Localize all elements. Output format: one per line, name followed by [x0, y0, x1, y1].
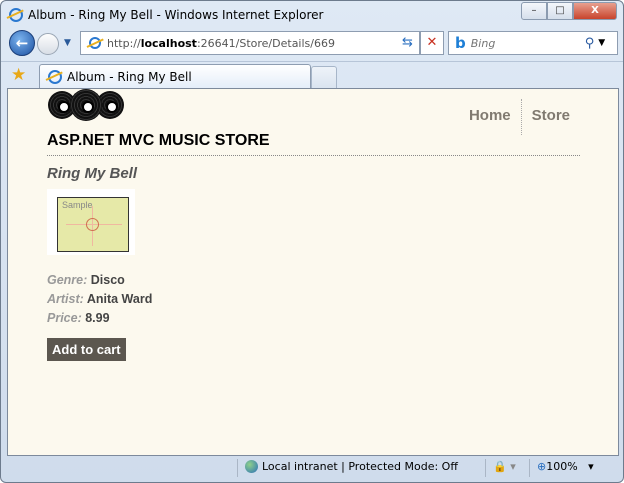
zoom-control[interactable]: ⊕100% ▾ — [537, 460, 594, 473]
zoom-icon: ⊕ — [537, 460, 547, 473]
vinyl-disc-icon — [70, 89, 102, 121]
close-button[interactable]: X — [573, 2, 617, 20]
favorites-star-icon[interactable]: ★ — [11, 65, 26, 85]
tab-album[interactable]: Album - Ring My Bell — [39, 64, 311, 89]
new-tab-button[interactable] — [311, 66, 337, 89]
page-icon — [89, 37, 101, 49]
bing-icon: b — [455, 34, 466, 52]
crosshair-icon — [86, 218, 99, 231]
header-divider — [47, 155, 580, 156]
search-icon[interactable]: ⚲ — [585, 36, 595, 51]
main-menu: Home Store — [459, 99, 580, 135]
stop-button[interactable]: ✕ — [420, 31, 444, 55]
url-prefix: http:// — [107, 36, 141, 50]
store-title: ASP.NET MVC MUSIC STORE — [47, 132, 270, 149]
menu-store[interactable]: Store — [522, 107, 580, 135]
refresh-button[interactable]: ⇆ — [396, 31, 420, 55]
search-box[interactable]: b ⚲ ▼ — [448, 31, 618, 55]
forward-button[interactable] — [37, 33, 59, 55]
recent-pages-dropdown-icon[interactable]: ▼ — [64, 38, 71, 48]
page-content: ASP.NET MVC MUSIC STORE Home Store Ring … — [7, 88, 619, 456]
window-title: Album - Ring My Bell - Windows Internet … — [28, 8, 324, 22]
search-dropdown-icon[interactable]: ▼ — [598, 38, 605, 48]
artist-value: Anita Ward — [86, 292, 153, 306]
artist-label: Artist: — [47, 292, 84, 306]
album-art-label: Sample — [62, 200, 93, 210]
album-art: Sample — [47, 189, 135, 255]
price-label: Price: — [47, 311, 82, 325]
price-value: 8.99 — [85, 311, 110, 325]
tab-bar: ★ Album - Ring My Bell — [1, 61, 623, 89]
url-path: :26641/Store/Details/669 — [196, 36, 335, 50]
address-bar[interactable]: http://localhost:26641/Store/Details/669… — [80, 31, 442, 55]
album-title: Ring My Bell — [47, 165, 138, 182]
maximize-button[interactable]: □ — [547, 2, 573, 20]
title-bar: Album - Ring My Bell - Windows Internet … — [9, 7, 323, 23]
back-button[interactable]: ← — [9, 30, 35, 56]
album-details: Genre: Disco Artist: Anita Ward Price: 8… — [47, 271, 152, 328]
url-host: localhost — [140, 36, 197, 50]
zoom-level: 100% — [546, 460, 578, 473]
tab-label: Album - Ring My Bell — [67, 70, 192, 84]
status-bar: Local intranet | Protected Mode: Off 🔒 ▾… — [1, 457, 623, 479]
zone-text: Local intranet | Protected Mode: Off — [262, 460, 458, 473]
url-text[interactable]: http://localhost:26641/Store/Details/669 — [107, 37, 425, 50]
search-input[interactable] — [470, 36, 581, 50]
navigation-bar: ← ▼ http://localhost:26641/Store/Details… — [7, 29, 619, 57]
add-to-cart-button[interactable]: Add to cart — [47, 338, 126, 361]
genre-value: Disco — [90, 273, 125, 287]
genre-label: Genre: — [47, 273, 88, 287]
ie-logo-icon — [9, 8, 23, 22]
music-store-logo[interactable] — [48, 89, 124, 121]
security-status-icon[interactable]: 🔒 ▾ — [493, 460, 516, 473]
tab-ie-icon — [48, 70, 62, 84]
minimize-button[interactable]: – — [521, 2, 547, 20]
intranet-globe-icon — [245, 460, 258, 473]
menu-home[interactable]: Home — [459, 107, 521, 135]
security-zone[interactable]: Local intranet | Protected Mode: Off — [245, 460, 458, 473]
browser-window: Album - Ring My Bell - Windows Internet … — [0, 0, 624, 483]
